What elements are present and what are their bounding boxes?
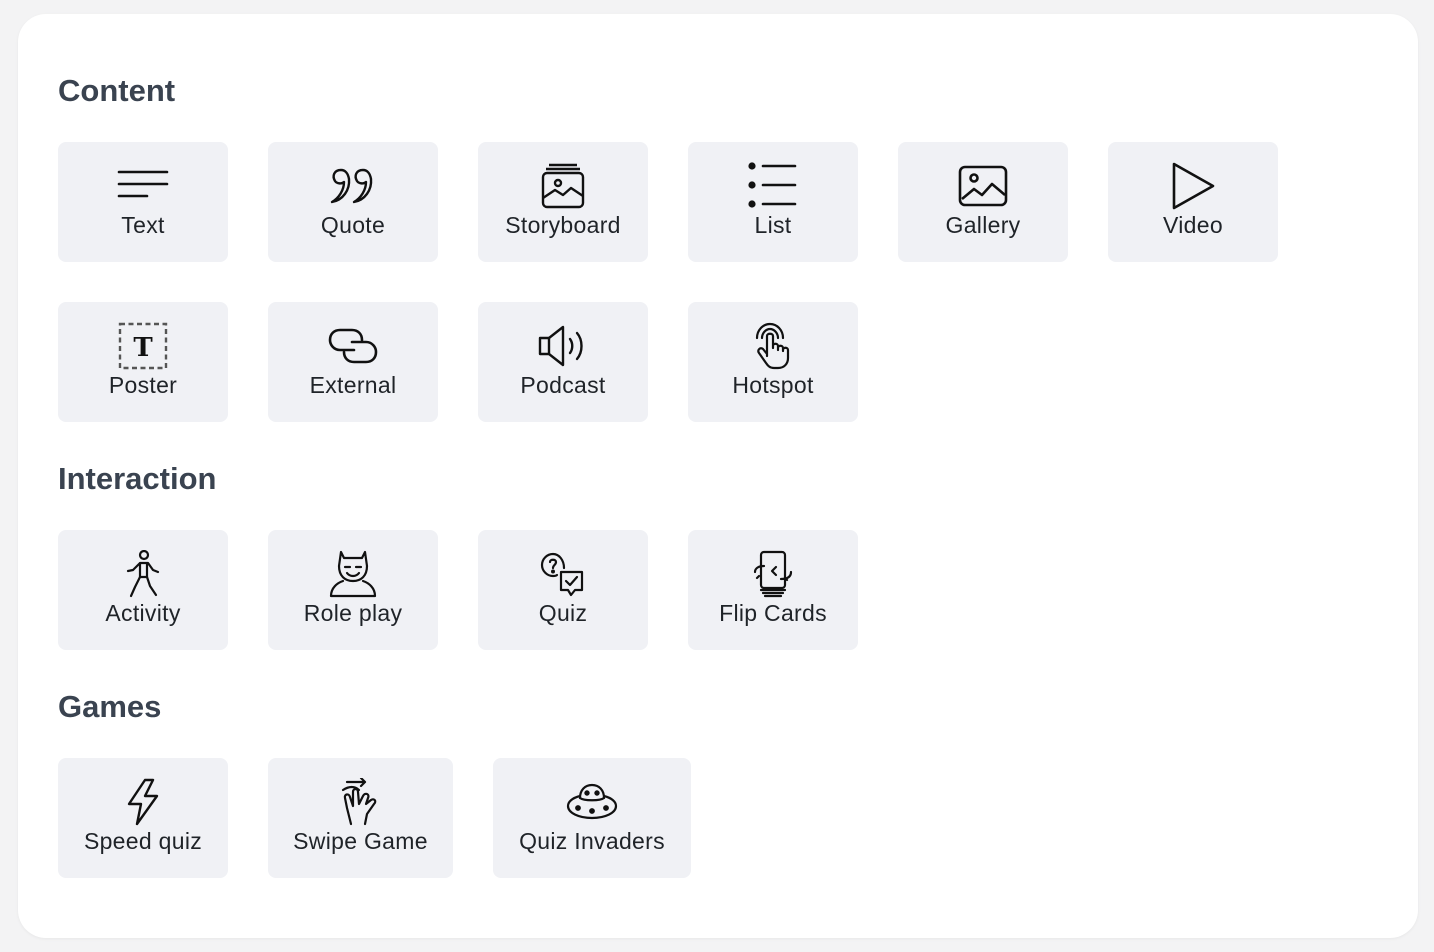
image-icon — [957, 162, 1009, 210]
tile-label: Role play — [303, 600, 403, 626]
storyboard-icon — [537, 162, 589, 210]
tile-quiz[interactable]: Quiz — [478, 530, 648, 650]
content-row-2: T Poster External Podcast Hotspot — [58, 302, 858, 422]
tile-label: Quiz — [538, 600, 588, 626]
tile-podcast[interactable]: Podcast — [478, 302, 648, 422]
content-row-1: Text Quote Storyboard List Gallery Video — [58, 142, 1278, 262]
play-icon — [1167, 162, 1219, 210]
games-row: Speed quiz Swipe Game Quiz Invaders — [58, 758, 691, 878]
tile-gallery[interactable]: Gallery — [898, 142, 1068, 262]
tile-label: Swipe Game — [293, 828, 428, 854]
walking-person-icon — [117, 550, 169, 598]
section-title-content: Content — [58, 73, 176, 108]
tile-activity[interactable]: Activity — [58, 530, 228, 650]
tile-role-play[interactable]: Role play — [268, 530, 438, 650]
tile-external[interactable]: External — [268, 302, 438, 422]
mask-icon — [327, 550, 379, 598]
tile-poster[interactable]: T Poster — [58, 302, 228, 422]
tile-list[interactable]: List — [688, 142, 858, 262]
tile-text[interactable]: Text — [58, 142, 228, 262]
tile-label: Storyboard — [505, 212, 621, 238]
section-title-games: Games — [58, 689, 162, 724]
tile-label: List — [754, 212, 792, 238]
tile-label: Activity — [105, 600, 181, 626]
lightning-icon — [117, 778, 169, 826]
flip-card-icon — [747, 550, 799, 598]
tile-label: Quote — [320, 212, 386, 238]
tile-hotspot[interactable]: Hotspot — [688, 302, 858, 422]
tile-swipe-game[interactable]: Swipe Game — [268, 758, 453, 878]
svg-text:T: T — [133, 333, 153, 363]
text-lines-icon — [117, 162, 169, 210]
tile-label: Flip Cards — [719, 600, 827, 626]
section-title-interaction: Interaction — [58, 461, 217, 496]
tile-label: Text — [121, 212, 165, 238]
tile-label: Poster — [108, 372, 178, 398]
tile-quiz-invaders[interactable]: Quiz Invaders — [493, 758, 691, 878]
question-check-icon — [537, 550, 589, 598]
interaction-row: Activity Role play Quiz Flip Cards — [58, 530, 858, 650]
tile-quote[interactable]: Quote — [268, 142, 438, 262]
speaker-icon — [537, 322, 589, 370]
ufo-icon — [566, 778, 618, 826]
block-picker-panel: Content Text Quote Storyboard List Galle… — [18, 14, 1418, 938]
swipe-hand-icon — [335, 778, 387, 826]
tile-label: External — [309, 372, 397, 398]
quote-icon — [327, 162, 379, 210]
tile-label: Speed quiz — [83, 828, 203, 854]
tile-label: Hotspot — [732, 372, 814, 398]
tile-label: Video — [1163, 212, 1223, 238]
tile-storyboard[interactable]: Storyboard — [478, 142, 648, 262]
tile-label: Gallery — [945, 212, 1021, 238]
tile-label: Quiz Invaders — [519, 828, 665, 854]
tile-label: Podcast — [520, 372, 606, 398]
tile-video[interactable]: Video — [1108, 142, 1278, 262]
tile-speed-quiz[interactable]: Speed quiz — [58, 758, 228, 878]
tap-icon — [747, 322, 799, 370]
poster-icon: T — [117, 322, 169, 370]
tile-flip-cards[interactable]: Flip Cards — [688, 530, 858, 650]
bullet-list-icon — [747, 162, 799, 210]
link-icon — [327, 322, 379, 370]
